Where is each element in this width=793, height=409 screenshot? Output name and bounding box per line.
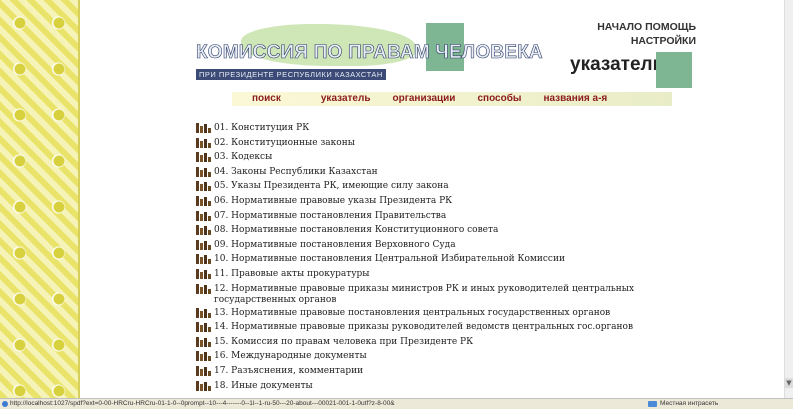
list-item-label: 10. Нормативные постановления Центрально…	[214, 254, 565, 265]
settings-link[interactable]: НАСТРОЙКИ	[631, 35, 696, 47]
books-icon	[196, 322, 211, 333]
books-icon	[196, 239, 211, 250]
vertical-scrollbar[interactable]: ▼	[784, 0, 793, 398]
list-item-label: 14. Нормативные правовые приказы руковод…	[214, 322, 634, 333]
list-item[interactable]: 03. Кодексы	[196, 150, 696, 165]
list-item-label: 05. Указы Президента РК, имеющие силу за…	[214, 181, 449, 192]
books-icon	[196, 254, 211, 265]
list-item-label: 07. Нормативные постановления Правительс…	[214, 210, 447, 221]
list-item[interactable]: 08. Нормативные постановления Конституци…	[196, 223, 696, 238]
list-item[interactable]: 17. Разъяснения, комментарии	[196, 364, 696, 379]
list-item-label: 06. Нормативные правовые указы Президент…	[214, 195, 453, 206]
list-item[interactable]: 12. Нормативные правовые приказы министр…	[196, 282, 696, 306]
list-item-label: 12. Нормативные правовые приказы министр…	[214, 283, 635, 305]
intranet-zone-icon	[648, 401, 657, 407]
document-index-list: 01. Конституция РК 02. Конституционные з…	[196, 121, 696, 393]
list-item-label: 09. Нормативные постановления Верховного…	[214, 239, 456, 250]
decorative-ornament-border	[0, 0, 80, 398]
list-item-label: 16. Международные документы	[214, 351, 367, 362]
browser-status-bar: http://localhost:1027/spdf?ext=0-00-HRCr…	[0, 398, 793, 409]
list-item-label: 02. Конституционные законы	[214, 137, 355, 148]
books-icon	[196, 195, 211, 206]
books-icon	[196, 365, 211, 376]
nav-index[interactable]: указатель	[321, 92, 371, 106]
books-icon	[196, 380, 211, 391]
list-item-label: 08. Нормативные постановления Конституци…	[214, 225, 499, 236]
books-icon	[196, 152, 211, 163]
logo-title: КОМИССИЯ ПО ПРАВАМ ЧЕЛОВЕКА	[196, 42, 543, 64]
nav-titles-a-z[interactable]: названия а-я	[543, 92, 607, 106]
status-url: http://localhost:1027/spdf?ext=0-00-HRCr…	[10, 400, 395, 407]
books-icon	[196, 210, 211, 221]
nav-methods[interactable]: способы	[477, 92, 521, 106]
list-item[interactable]: 05. Указы Президента РК, имеющие силу за…	[196, 179, 696, 194]
security-zone-label: Местная интрасеть	[660, 400, 719, 407]
books-icon	[196, 336, 211, 347]
books-icon	[196, 307, 211, 318]
list-item[interactable]: 01. Конституция РК	[196, 121, 696, 136]
title-green-square	[656, 52, 692, 88]
main-nav: поиск указатель организации способы назв…	[232, 92, 672, 106]
list-item-label: 15. Комиссия по правам человека при През…	[214, 336, 474, 347]
list-item[interactable]: 11. Правовые акты прокуратуры	[196, 267, 696, 282]
page-title: указатель	[570, 54, 665, 75]
scroll-down-arrow-icon[interactable]: ▼	[785, 378, 793, 388]
list-item[interactable]: 10. Нормативные постановления Центрально…	[196, 252, 696, 267]
list-item-label: 11. Правовые акты прокуратуры	[214, 268, 370, 279]
top-links: НАЧАЛО ПОМОЩЬ НАСТРОЙКИ	[560, 20, 696, 48]
list-item-label: 04. Законы Республики Казахстан	[214, 166, 378, 177]
list-item-label: 13. Нормативные правовые постановления ц…	[214, 307, 611, 318]
commission-logo[interactable]: КОМИССИЯ ПО ПРАВАМ ЧЕЛОВЕКА ПРИ ПРЕЗИДЕН…	[196, 22, 543, 102]
list-item[interactable]: 13. Нормативные правовые постановления ц…	[196, 306, 696, 321]
books-icon	[196, 283, 211, 294]
books-icon	[196, 225, 211, 236]
list-item[interactable]: 09. Нормативные постановления Верховного…	[196, 238, 696, 253]
nav-search[interactable]: поиск	[252, 92, 281, 106]
books-icon	[196, 166, 211, 177]
help-link[interactable]: ПОМОЩЬ	[645, 21, 696, 33]
logo-subtitle: ПРИ ПРЕЗИДЕНТЕ РЕСПУБЛИКИ КАЗАХСТАН	[196, 69, 386, 80]
list-item[interactable]: 16. Международные документы	[196, 349, 696, 364]
list-item[interactable]: 14. Нормативные правовые приказы руковод…	[196, 320, 696, 335]
list-item-label: 17. Разъяснения, комментарии	[214, 365, 364, 376]
list-item[interactable]: 18. Иные документы	[196, 379, 696, 394]
list-item-label: 03. Кодексы	[214, 152, 273, 163]
list-item[interactable]: 07. Нормативные постановления Правительс…	[196, 209, 696, 224]
books-icon	[196, 351, 211, 362]
books-icon	[196, 123, 211, 133]
books-icon	[196, 268, 211, 279]
list-item[interactable]: 06. Нормативные правовые указы Президент…	[196, 194, 696, 209]
list-item-label: 01. Конституция РК	[214, 123, 310, 133]
list-item[interactable]: 15. Комиссия по правам человека при През…	[196, 335, 696, 350]
nav-organizations[interactable]: организации	[392, 92, 455, 106]
list-item[interactable]: 02. Конституционные законы	[196, 136, 696, 151]
books-icon	[196, 137, 211, 148]
books-icon	[196, 181, 211, 192]
list-item[interactable]: 04. Законы Республики Казахстан	[196, 165, 696, 180]
list-item-label: 18. Иные документы	[214, 380, 313, 391]
page-icon	[2, 401, 8, 407]
home-link[interactable]: НАЧАЛО	[597, 21, 642, 33]
